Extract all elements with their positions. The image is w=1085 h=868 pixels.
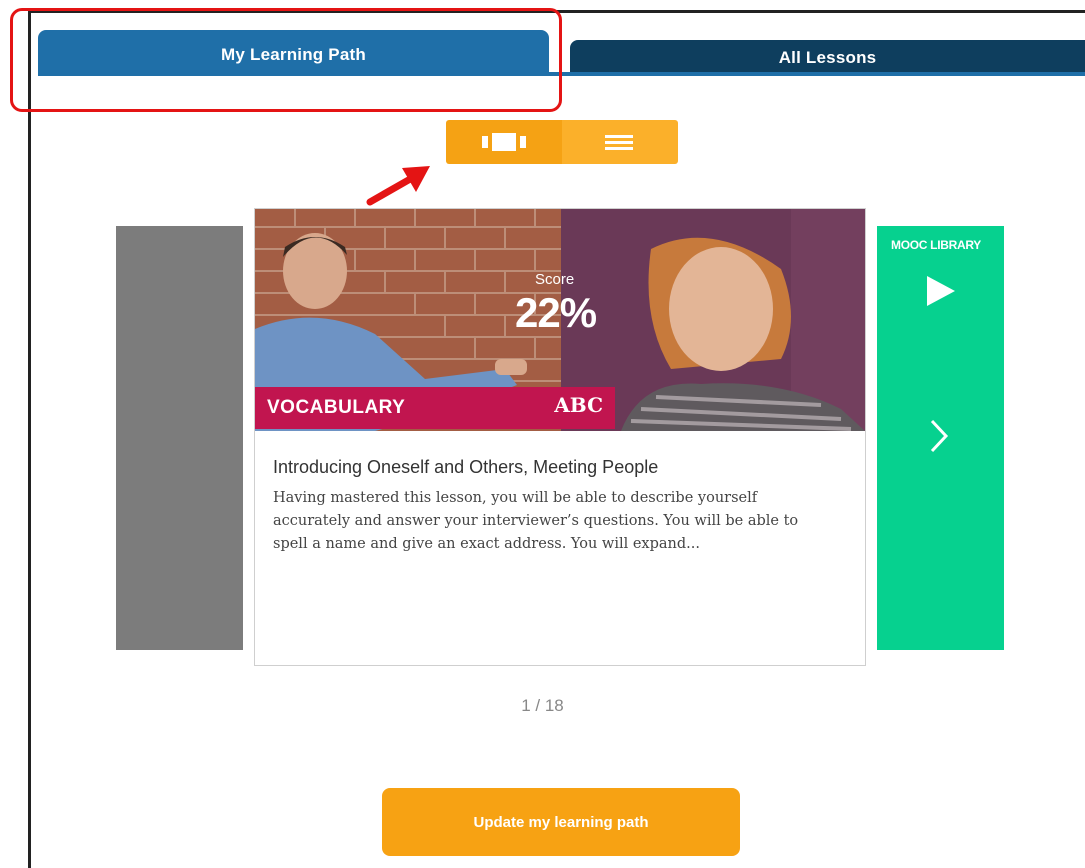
lesson-title: Introducing Oneself and Others, Meeting …	[273, 457, 659, 477]
score-label: Score	[535, 271, 575, 288]
list-icon	[605, 135, 633, 150]
list-view-button[interactable]	[562, 120, 678, 164]
pager-indicator: 1 / 18	[521, 696, 564, 715]
play-icon[interactable]	[925, 274, 957, 308]
carousel-view-button[interactable]	[446, 120, 562, 164]
tab-all-lessons[interactable]: All Lessons	[570, 40, 1085, 74]
lesson-description: Having mastered this lesson, you will be…	[273, 490, 799, 552]
tab-my-learning-path[interactable]: My Learning Path	[38, 30, 549, 74]
abc-icon: ABC	[554, 393, 603, 417]
score-value: 22%	[515, 289, 597, 336]
mooc-library-label: MOOC LIBRARY	[891, 238, 981, 252]
previous-card-peek[interactable]	[116, 226, 243, 650]
mooc-library-panel[interactable]: MOOC LIBRARY	[877, 226, 1004, 650]
lesson-card-image: Score 22% VOCABULARY ABC	[255, 209, 865, 431]
category-label: VOCABULARY	[267, 397, 406, 418]
tab-underline	[38, 72, 1085, 76]
lesson-card[interactable]: Score 22% VOCABULARY ABC Introducing One…	[254, 208, 866, 666]
carousel-icon	[482, 133, 526, 151]
update-learning-path-button[interactable]: Update my learning path	[382, 788, 740, 856]
annotation-arrow-icon	[366, 166, 430, 206]
view-toggle	[446, 120, 678, 164]
category-banner: VOCABULARY ABC	[255, 387, 615, 429]
chevron-right-icon[interactable]	[929, 418, 949, 454]
